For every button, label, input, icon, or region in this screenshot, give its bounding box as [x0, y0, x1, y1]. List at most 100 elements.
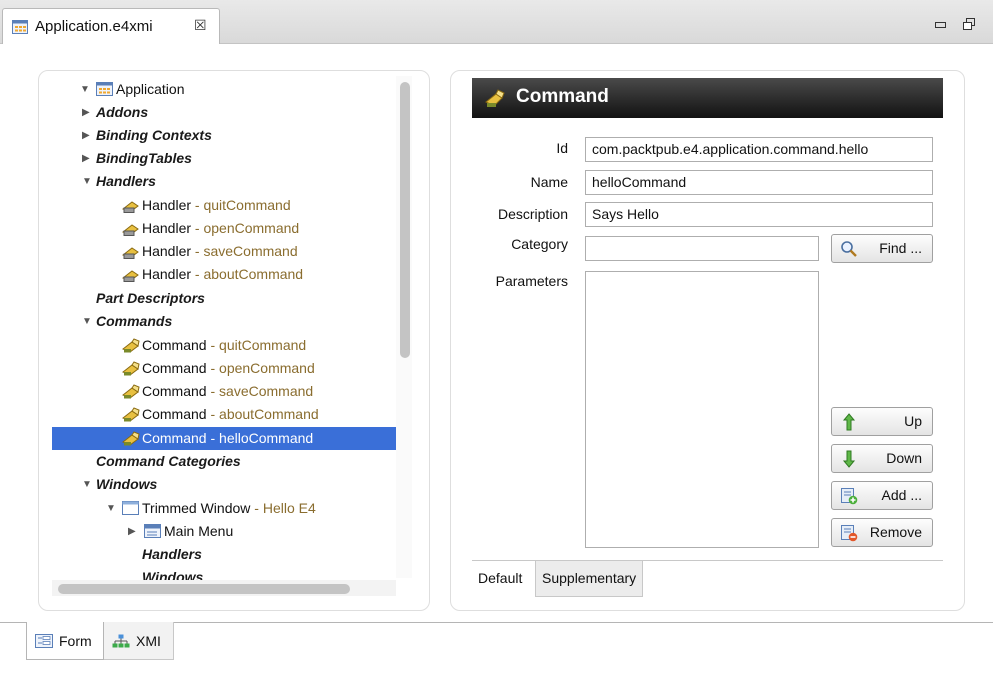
tree-item-label: Command - quitCommand: [142, 337, 307, 353]
magnifier-icon: [841, 241, 857, 257]
tree-item-label: Handlers: [142, 546, 202, 562]
tree-item-label: Part Descriptors: [96, 290, 205, 306]
tree-item-label: Handler - aboutCommand: [142, 266, 304, 282]
tab-xmi-label: XMI: [136, 633, 161, 649]
name-label: Name: [530, 174, 568, 190]
tree-item-label: Handler - quitCommand: [142, 197, 291, 213]
close-icon[interactable]: ☒: [194, 17, 207, 34]
tree-item[interactable]: Command - helloCommand: [52, 427, 396, 450]
tree-item-suffix: - aboutCommand: [191, 266, 304, 282]
tree-item-label: Addons: [96, 104, 149, 120]
tree-item[interactable]: Handlers: [52, 543, 396, 566]
tree-item[interactable]: Command Categories: [52, 450, 396, 473]
remove-button[interactable]: Remove: [831, 518, 933, 547]
tree-item[interactable]: ▼ Trimmed Window - Hello E4: [52, 497, 396, 520]
remove-button-label: Remove: [869, 524, 922, 540]
tree-item[interactable]: Handler - aboutCommand: [52, 263, 396, 286]
tree-item-label: Handlers: [96, 173, 156, 189]
detail-header: Command: [472, 78, 943, 118]
handler-icon: [122, 247, 139, 259]
tree-item[interactable]: Command - saveCommand: [52, 380, 396, 403]
tab-title: Application.e4xmi: [35, 18, 153, 35]
tab-application-e4xmi[interactable]: Application.e4xmi ☒: [2, 8, 220, 44]
expand-right-icon[interactable]: ▶: [82, 124, 90, 147]
add-item-icon: [841, 488, 858, 505]
expand-down-icon[interactable]: ▼: [80, 78, 90, 101]
down-button-label: Down: [886, 450, 922, 466]
parameters-list[interactable]: [585, 271, 819, 548]
minimize-icon[interactable]: [935, 22, 947, 30]
command-icon: [122, 338, 140, 353]
add-button[interactable]: Add ...: [831, 481, 933, 510]
tree-item[interactable]: ▶ Binding Contexts: [52, 124, 396, 147]
tree-item[interactable]: ▶ BindingTables: [52, 147, 396, 170]
tree-horizontal-scroll-thumb[interactable]: [58, 584, 350, 594]
tree-item-suffix: - quitCommand: [206, 337, 307, 353]
tree-item[interactable]: Command - quitCommand: [52, 334, 396, 357]
tree-item-label: Windows: [142, 569, 204, 580]
tree-item[interactable]: Command - aboutCommand: [52, 403, 396, 426]
detail-title: Command: [516, 86, 609, 107]
tree-item[interactable]: ▶ Addons: [52, 101, 396, 124]
tree-item[interactable]: ▼ Windows: [52, 473, 396, 496]
tab-xmi[interactable]: XMI: [104, 622, 174, 660]
tree-item[interactable]: Windows: [52, 566, 396, 580]
form-icon: [35, 634, 53, 648]
find-button[interactable]: Find ...: [831, 234, 933, 263]
model-tree[interactable]: ▼ Application ▶ Addons ▶ Binding Contexts ▶ Bin…: [52, 76, 396, 580]
down-button[interactable]: Down: [831, 444, 933, 473]
description-field[interactable]: Says Hello: [585, 202, 933, 227]
tree-item[interactable]: Handler - openCommand: [52, 217, 396, 240]
restore-icon[interactable]: [963, 18, 975, 30]
tree-item[interactable]: ▶ Main Menu: [52, 520, 396, 543]
tree-item[interactable]: Handler - saveCommand: [52, 240, 396, 263]
id-field[interactable]: com.packtpub.e4.application.command.hell…: [585, 137, 933, 162]
handler-icon: [122, 201, 139, 213]
tree-item-label: Commands: [96, 313, 173, 329]
application-icon: [96, 82, 113, 96]
expand-right-icon[interactable]: ▶: [82, 101, 90, 124]
name-field[interactable]: helloCommand: [585, 170, 933, 195]
tab-supplementary[interactable]: Supplementary: [535, 561, 644, 597]
tree-item[interactable]: ▼ Application: [52, 78, 396, 101]
tab-form-label: Form: [59, 633, 92, 649]
expand-down-icon[interactable]: ▼: [82, 170, 92, 193]
add-button-label: Add ...: [881, 487, 922, 503]
tree-item-suffix: - saveCommand: [206, 383, 314, 399]
up-button[interactable]: Up: [831, 407, 933, 436]
tree-item-label: Application: [116, 81, 185, 97]
tree-item-suffix: - helloCommand: [206, 430, 314, 446]
tree-item[interactable]: Handler - quitCommand: [52, 194, 396, 217]
handler-icon: [122, 270, 139, 282]
command-icon: [122, 431, 140, 446]
tree-item-label: Command - aboutCommand: [142, 406, 319, 422]
tree-item-label: Trimmed Window - Hello E4: [142, 500, 316, 516]
expand-right-icon[interactable]: ▶: [82, 147, 90, 170]
tab-form[interactable]: Form: [26, 622, 104, 660]
tree-item[interactable]: Command - openCommand: [52, 357, 396, 380]
tree-item-suffix: - openCommand: [206, 360, 315, 376]
find-button-label: Find ...: [879, 240, 922, 256]
expand-down-icon[interactable]: ▼: [106, 497, 116, 520]
tree-item[interactable]: ▼ Handlers: [52, 170, 396, 193]
arrow-up-icon: [842, 413, 856, 431]
command-icon: [122, 361, 140, 376]
expand-down-icon[interactable]: ▼: [82, 310, 92, 333]
handler-icon: [122, 224, 139, 236]
tree-item-label: Command - saveCommand: [142, 383, 314, 399]
command-icon: [485, 89, 505, 107]
tree-item-label: Windows: [96, 476, 158, 492]
editor-tab-bar: Application.e4xmi ☒: [0, 0, 993, 44]
tree-item-suffix: - saveCommand: [191, 243, 298, 259]
expand-right-icon[interactable]: ▶: [128, 520, 136, 543]
tree-item-label: Binding Contexts: [96, 127, 212, 143]
tree-item-label: Handler - openCommand: [142, 220, 300, 236]
tree-item[interactable]: Part Descriptors: [52, 287, 396, 310]
tab-default[interactable]: Default: [472, 561, 529, 597]
category-field[interactable]: [585, 236, 819, 261]
window-icon: [122, 501, 139, 515]
tree-vertical-scroll-thumb[interactable]: [400, 82, 410, 358]
tree-item[interactable]: ▼ Commands: [52, 310, 396, 333]
expand-down-icon[interactable]: ▼: [82, 473, 92, 496]
category-label: Category: [511, 236, 568, 252]
